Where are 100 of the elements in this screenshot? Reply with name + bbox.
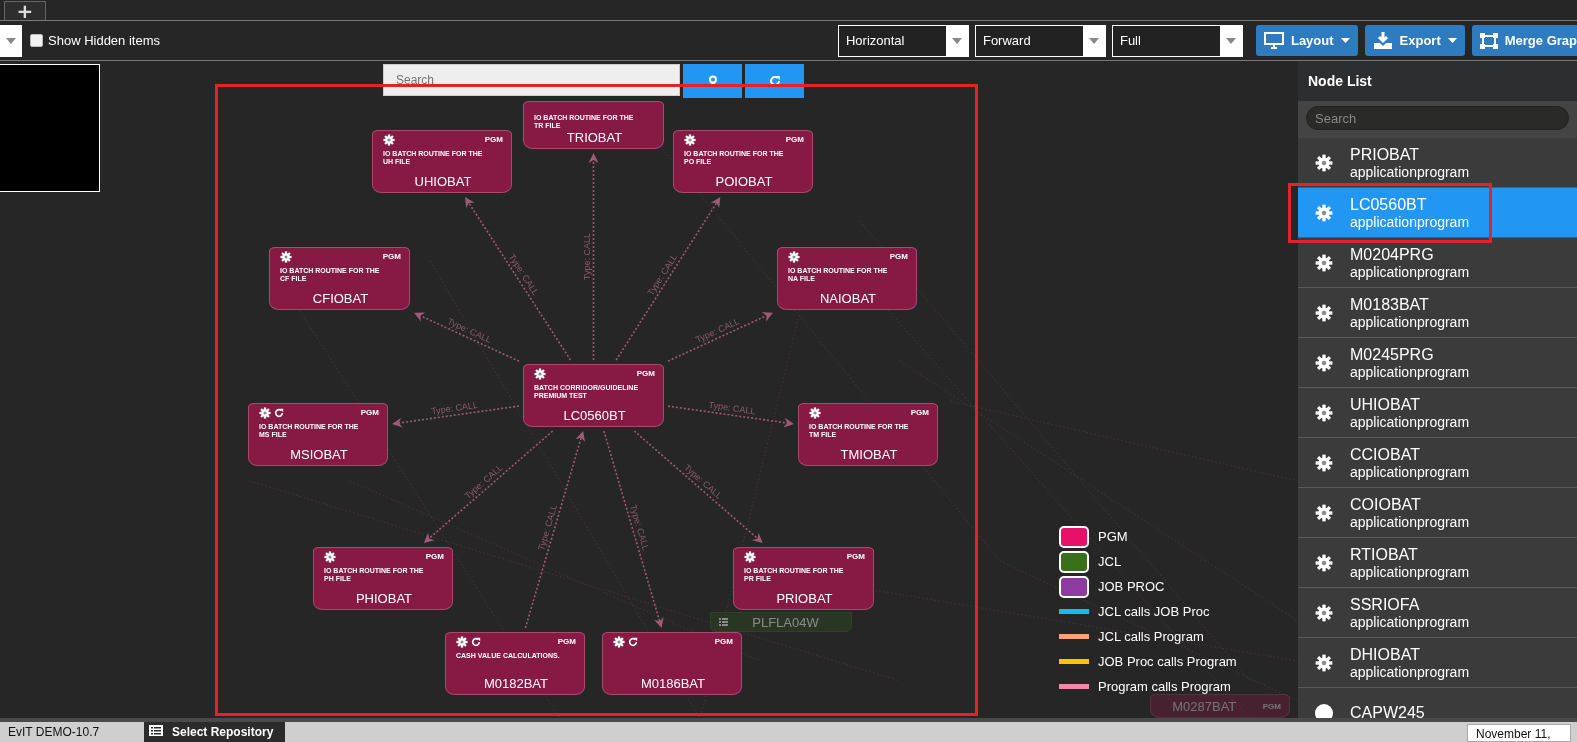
edge-label: Type: CALL [536,503,559,552]
node-name: PLFLA04W [752,614,819,630]
layout-button[interactable]: Layout [1255,25,1358,56]
legend-label: Program calls Program [1098,679,1231,694]
select-field[interactable]: Full [1111,24,1243,57]
edge-label: Type: CALL [581,233,592,280]
gear-icon [809,406,821,419]
node-type: applicationprogram [1350,513,1470,530]
gear-icon [1315,453,1333,472]
refresh-icon [274,407,284,418]
node-list-item[interactable]: SSRIOFA applicationprogram [1298,588,1577,638]
node-name: M0186BAT [639,676,707,691]
merge-graph-button[interactable]: Merge Grap [1471,25,1577,56]
gear-icon [613,635,625,648]
node-name: DHIOBAT [1350,645,1421,664]
node-name: NAIOBAT [818,291,878,306]
edge-label: Type: CALL [430,399,479,417]
select-field[interactable]: Horizontal [837,24,969,57]
caret-icon [1225,37,1236,44]
refresh-icon [768,75,781,87]
node-name: CAPW245 [1350,703,1425,718]
edge-label: Type: CALL [446,316,493,345]
gear-icon [1315,403,1333,422]
node-type: PGM [785,135,804,144]
panel-title: Node List [1298,61,1577,101]
checkbox[interactable] [30,34,43,47]
dropdown-toggle[interactable] [0,24,22,57]
legend-label: JCL calls Program [1098,629,1204,644]
node-list-item[interactable]: UHIOBAT applicationprogram [1298,388,1577,438]
node-name: UHIOBAT [1350,395,1421,414]
node-type: applicationprogram [1350,413,1470,430]
node-list-item[interactable]: COIOBAT applicationprogram [1298,488,1577,538]
node-type: applicationprogram [1350,263,1470,280]
gear-icon [1315,553,1333,572]
node-type: PGM [846,552,865,561]
checkbox-label: Show Hidden items [48,33,160,48]
program-node[interactable]: PGM M0186BAT [602,632,742,695]
legend-label: PGM [1098,529,1128,544]
node-type: PGM [714,637,733,646]
select-value: Full [1118,32,1142,50]
caret-icon [6,37,16,44]
gear-icon [383,133,395,146]
gear-icon [280,250,292,263]
monitor-icon [1263,32,1284,49]
node-name: SSRIOFA [1350,595,1421,614]
gear-icon [788,250,800,263]
node-list-item[interactable]: M0245PRG applicationprogram [1298,338,1577,388]
refresh-icon [471,636,481,647]
node-type: PGM [484,135,503,144]
caret-icon [951,37,962,44]
node-list-item[interactable]: RTIOBAT applicationprogram [1298,538,1577,588]
node-name: COIOBAT [1350,495,1422,514]
node-type: PGM [1262,701,1281,711]
caret-icon [1088,37,1099,44]
node-type: PGM [557,637,576,646]
gear-icon [259,406,271,419]
select-field[interactable]: Forward [974,24,1106,57]
node-list-item[interactable]: PRIOBAT applicationprogram [1298,138,1577,188]
node-list-item[interactable]: CCIOBAT applicationprogram [1298,438,1577,488]
node-type: applicationprogram [1350,363,1470,380]
node-list-item[interactable]: DHIOBAT applicationprogram [1298,638,1577,688]
select-value: Horizontal [844,32,906,50]
node-list-item[interactable]: M0183BAT applicationprogram [1298,288,1577,338]
node-name: RTIOBAT [1350,545,1419,564]
node-name: CCIOBAT [1350,445,1421,464]
node-name: PHIOBAT [354,591,414,606]
node-list-item[interactable]: CAPW245 [1298,688,1577,718]
gear-icon [1315,303,1333,322]
node-name: LC0560BT [562,408,627,423]
node-name: M0245PRG [1350,345,1435,364]
legend-label: JOB PROC [1098,579,1165,594]
gear-icon [684,133,696,146]
node-type: PGM [636,369,655,378]
gear-icon [1315,153,1333,172]
node-type: PGM [910,408,929,417]
jcl-node[interactable]: PLFLA04W [710,612,852,632]
gear-icon [744,550,756,563]
add-tab-button[interactable]: + [4,1,46,20]
minimap[interactable] [0,64,100,192]
node-type: applicationprogram [1350,563,1470,580]
gear-icon [1315,203,1333,222]
node-name: UHIOBAT [413,174,473,189]
node-name: CFIOBAT [311,291,370,306]
node-name: PRIOBAT [775,591,834,606]
select-value: Forward [981,32,1032,50]
node-type: applicationprogram [1350,613,1470,630]
node-type: PGM [425,552,444,561]
node-name: LC0560BT [1350,195,1428,214]
search-field[interactable]: Search [1306,106,1569,130]
node-type: applicationprogram [1350,213,1470,230]
select-repository-tab[interactable]: Select Repository [144,722,286,742]
gear-icon [534,367,546,380]
gear-icon [1315,353,1333,372]
edge-label: Type: CALL [708,399,756,417]
node-name: M0287BAT [1172,698,1237,714]
node-list-item[interactable]: M0204PRG applicationprogram [1298,238,1577,288]
edge-label: Type: CALL [628,503,651,552]
node-type: PGM [382,252,401,261]
export-button[interactable]: Export [1364,25,1465,56]
node-type: applicationprogram [1350,663,1470,680]
